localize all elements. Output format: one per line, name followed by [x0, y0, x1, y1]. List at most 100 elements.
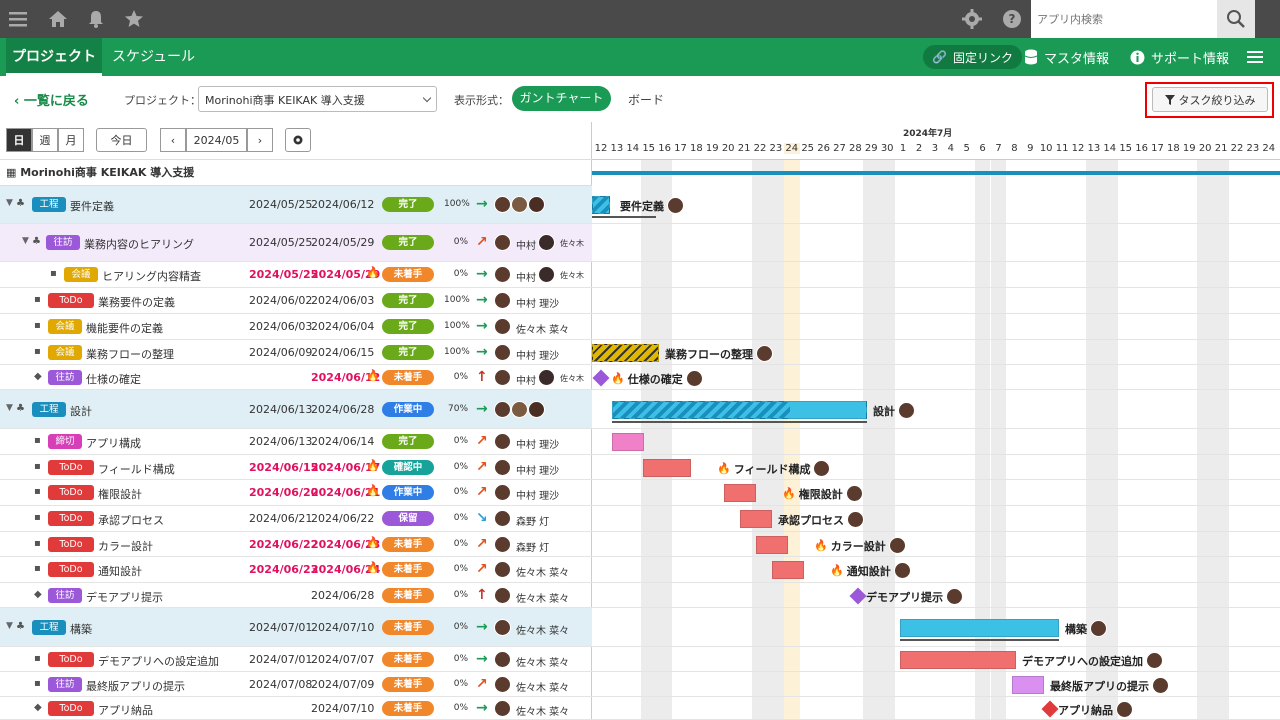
task-row[interactable]: ▪ ToDo デモアプリへの設定追加 2024/07/01 2024/07/07 未着手 0… [0, 647, 592, 672]
gantt-bar[interactable] [1012, 676, 1044, 694]
status-badge[interactable]: 確認中 [382, 460, 434, 475]
fixed-link-button[interactable]: 🔗 固定リンク [923, 45, 1022, 69]
status-badge[interactable]: 完了 [382, 434, 434, 449]
bell-icon[interactable] [84, 7, 108, 31]
task-name[interactable]: 設計 [70, 403, 92, 419]
task-name[interactable]: デモアプリへの設定追加 [98, 653, 219, 669]
task-row[interactable]: ▪ ToDo 業務要件の定義 2024/06/02 2024/06/03 完了 100% → 中… [0, 288, 592, 314]
view-month-button[interactable]: 月 [58, 128, 84, 152]
task-row[interactable]: ▪ ToDo 権限設計 2024/06/20 2024/06/21 🔥 作業中 0% ↗ 中村 理… [0, 480, 592, 506]
project-select[interactable]: Morinohi商事 KEIKAK 導入支援 [198, 86, 437, 112]
status-badge[interactable]: 未着手 [382, 370, 434, 385]
expand-toggle-icon[interactable]: ▼ [6, 198, 13, 208]
task-row[interactable]: ▼ ♣ 往訪 業務内容のヒアリング 2024/05/25 2024/05/29 完了 0% ↗ 中… [0, 224, 592, 262]
board-button[interactable]: ボード [628, 91, 664, 108]
task-row[interactable]: ▪ ToDo カラー設計 2024/06/22 2024/06/23 🔥 未着手 0% ↗ 森野 … [0, 532, 592, 557]
status-badge[interactable]: 完了 [382, 319, 434, 334]
gantt-bar[interactable] [772, 561, 804, 579]
status-badge[interactable]: 完了 [382, 197, 434, 212]
status-badge[interactable]: 作業中 [382, 485, 434, 500]
task-row[interactable]: ▪ 会議 業務フローの整理 2024/06/09 2024/06/15 完了 100% → 中村… [0, 340, 592, 365]
status-badge[interactable]: 未着手 [382, 537, 434, 552]
gantt-bar[interactable] [900, 619, 1059, 637]
support-info-button[interactable]: サポート情報 [1130, 45, 1229, 69]
task-row[interactable]: ▪ 会議 ヒアリング内容精査 2024/05/25 2024/05/29 🔥 未着手 0% → 中… [0, 262, 592, 288]
task-row[interactable]: ▪ 往訪 最終版アプリの提示 2024/07/08 2024/07/09 未着手 0% ↗ 佐々… [0, 672, 592, 697]
task-row[interactable]: ▪ 締切 アプリ構成 2024/06/13 2024/06/14 完了 0% ↗ 中村 理沙 [0, 429, 592, 455]
task-name[interactable]: アプリ納品 [98, 702, 153, 718]
status-badge[interactable]: 未着手 [382, 562, 434, 577]
task-row[interactable]: ▼ ♣ 工程 要件定義 2024/05/25 2024/06/12 完了 100% → [0, 186, 592, 224]
task-name[interactable]: 業務要件の定義 [98, 294, 175, 310]
status-badge[interactable]: 未着手 [382, 701, 434, 716]
task-row[interactable]: ◆ ToDo アプリ納品 2024/07/10 未着手 0% → 佐々木 菜々 [0, 697, 592, 720]
task-row[interactable]: ◆ 往訪 デモアプリ提示 2024/06/28 未着手 0% ↑ 佐々木 菜々 [0, 583, 592, 608]
task-name[interactable]: 最終版アプリの提示 [86, 678, 185, 694]
task-filter-button[interactable]: タスク絞り込み [1152, 87, 1268, 112]
hamburger-menu-icon[interactable] [1247, 45, 1263, 69]
gantt-bar[interactable] [592, 196, 610, 214]
back-to-list-link[interactable]: ‹ 一覧に戻る [14, 90, 89, 109]
task-row[interactable]: ▼ ♣ 工程 設計 2024/06/13 2024/06/28 作業中 70% → [0, 390, 592, 429]
app-search-input[interactable] [1031, 0, 1217, 38]
task-name[interactable]: 業務内容のヒアリング [84, 236, 194, 252]
tab-project[interactable]: プロジェクト [6, 38, 102, 76]
gantt-bar[interactable] [724, 484, 756, 502]
today-button[interactable]: 今日 [96, 128, 147, 152]
status-badge[interactable]: 完了 [382, 345, 434, 360]
task-name[interactable]: 承認プロセス [98, 512, 164, 528]
gear-icon[interactable] [960, 7, 984, 31]
view-week-button[interactable]: 週 [32, 128, 58, 152]
task-name[interactable]: ヒアリング内容精査 [102, 268, 201, 284]
prev-month-button[interactable]: ‹ [160, 128, 186, 152]
task-row[interactable]: ▪ ToDo フィールド構成 2024/06/15 2024/06/17 🔥 確認中 0% ↗ 中… [0, 455, 592, 480]
status-badge[interactable]: 完了 [382, 235, 434, 250]
status-badge[interactable]: 未着手 [382, 677, 434, 692]
task-name[interactable]: 機能要件の定義 [86, 320, 163, 336]
task-name[interactable]: 構築 [70, 621, 92, 637]
task-row[interactable]: ▪ ToDo 承認プロセス 2024/06/21 2024/06/22 保留 0% ↘ 森野 灯 [0, 506, 592, 532]
task-row[interactable]: ▪ ToDo 通知設計 2024/06/23 2024/06/24 🔥 未着手 0% ↗ 佐々木 … [0, 557, 592, 583]
home-icon[interactable] [46, 7, 70, 31]
task-row[interactable]: ▼ ♣ 工程 構築 2024/07/01 2024/07/10 未着手 0% → 佐々木 菜々 [0, 608, 592, 647]
task-name[interactable]: 要件定義 [70, 198, 114, 214]
gantt-bar[interactable] [592, 344, 659, 362]
gantt-bar[interactable] [612, 401, 867, 419]
gantt-bar[interactable] [612, 433, 644, 451]
search-button[interactable] [1217, 0, 1255, 38]
milestone-diamond[interactable] [592, 369, 610, 387]
expand-toggle-icon[interactable]: ▼ [6, 403, 13, 413]
milestone-diamond[interactable] [1041, 700, 1059, 718]
status-badge[interactable]: 作業中 [382, 402, 434, 417]
task-name[interactable]: 仕様の確定 [86, 371, 141, 387]
task-name[interactable]: 通知設計 [98, 563, 142, 579]
tab-schedule[interactable]: スケジュール [112, 38, 195, 76]
expand-toggle-icon[interactable]: ▼ [6, 621, 13, 631]
gantt-chart-button[interactable]: ガントチャート [512, 86, 611, 111]
next-month-button[interactable]: › [247, 128, 273, 152]
status-badge[interactable]: 未着手 [382, 652, 434, 667]
status-badge[interactable]: 保留 [382, 511, 434, 526]
view-day-button[interactable]: 日 [6, 128, 32, 152]
menu-icon[interactable] [6, 7, 30, 31]
status-badge[interactable]: 未着手 [382, 620, 434, 635]
gantt-bar[interactable] [900, 651, 1016, 669]
gantt-bar[interactable] [740, 510, 772, 528]
master-info-button[interactable]: マスタ情報 [1024, 45, 1109, 69]
task-row[interactable]: ▪ 会議 機能要件の定義 2024/06/03 2024/06/04 完了 100% → 佐々木… [0, 314, 592, 340]
task-name[interactable]: アプリ構成 [86, 435, 141, 451]
expand-toggle-icon[interactable]: ▼ [22, 236, 29, 246]
settings-button[interactable] [285, 128, 311, 152]
task-name[interactable]: 業務フローの整理 [86, 346, 174, 362]
task-name[interactable]: カラー設計 [98, 538, 153, 554]
star-icon[interactable] [122, 7, 146, 31]
task-name[interactable]: 権限設計 [98, 486, 142, 502]
help-icon[interactable]: ? [1000, 7, 1024, 31]
gantt-bar[interactable] [756, 536, 788, 554]
task-name[interactable]: フィールド構成 [98, 461, 175, 477]
gantt-bar[interactable] [643, 459, 691, 477]
task-name[interactable]: デモアプリ提示 [86, 589, 163, 605]
task-row[interactable]: ◆ 往訪 仕様の確定 2024/06/12 🔥 未着手 0% ↑ 中村 佐々木 [0, 365, 592, 390]
status-badge[interactable]: 完了 [382, 293, 434, 308]
status-badge[interactable]: 未着手 [382, 588, 434, 603]
